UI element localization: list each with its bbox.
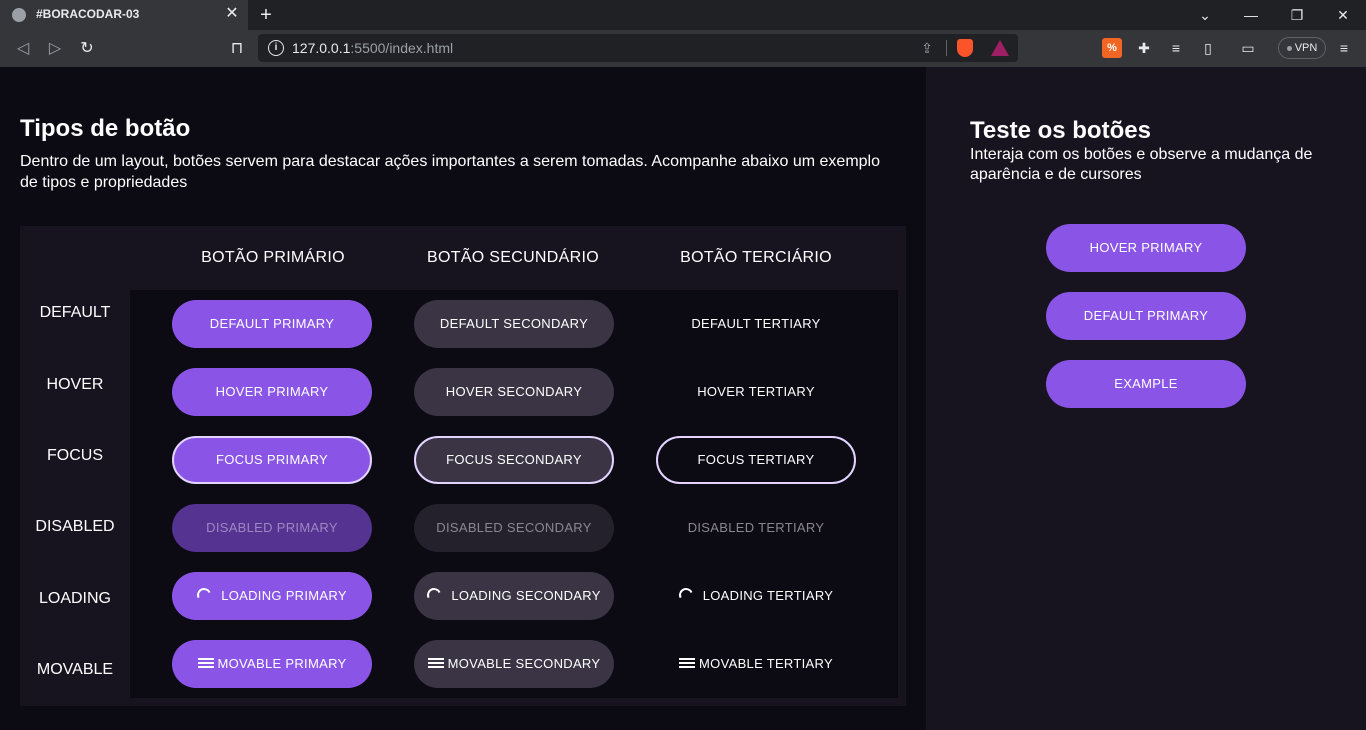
- restore-button[interactable]: ❐: [1274, 0, 1320, 30]
- new-tab-button[interactable]: +: [256, 3, 276, 27]
- hover-secondary-button[interactable]: HOVER SECONDARY: [414, 368, 614, 416]
- site-info-icon[interactable]: i: [268, 40, 284, 56]
- tab-close-icon[interactable]: ✕: [224, 4, 240, 24]
- browser-tab-strip: #BORACODAR-03 ✕ + ⌄ — ❐ ✕: [0, 0, 1366, 30]
- hover-primary-button[interactable]: HOVER PRIMARY: [172, 368, 372, 416]
- browser-tab[interactable]: #BORACODAR-03 ✕: [0, 0, 248, 30]
- page-description: Dentro de um layout, botões servem para …: [20, 153, 881, 191]
- puzzle-icon[interactable]: ✚: [1134, 38, 1154, 58]
- wallet-icon[interactable]: ▭: [1238, 38, 1258, 58]
- drag-handle-icon[interactable]: [197, 658, 214, 668]
- test-default-primary-button[interactable]: DEFAULT PRIMARY: [1046, 292, 1246, 340]
- row-label-loading: LOADING: [38, 590, 111, 607]
- test-hover-primary-button[interactable]: HOVER PRIMARY: [1046, 224, 1246, 272]
- reload-icon[interactable]: ↻: [76, 38, 98, 60]
- bookmark-icon[interactable]: ⊓: [226, 38, 248, 60]
- disabled-primary-button: DISABLED PRIMARY: [172, 504, 372, 552]
- browser-toolbar: ◁ ▷ ↻ ⊓ i 127.0.0.1:5500/index.html ⇪ % …: [0, 30, 1366, 67]
- drag-handle-icon[interactable]: [427, 658, 444, 668]
- vpn-status-icon: [1286, 45, 1292, 51]
- column-header-tertiary: BOTÃO TERCIÁRIO: [680, 249, 832, 266]
- test-panel-description: Interaja com os botões e observe a mudan…: [970, 146, 1313, 183]
- close-window-button[interactable]: ✕: [1320, 0, 1366, 30]
- loading-tertiary-button[interactable]: LOADING TERTIARY: [656, 572, 856, 620]
- test-example-button[interactable]: EXAMPLE: [1046, 360, 1246, 408]
- row-label-hover: HOVER: [46, 376, 104, 393]
- default-tertiary-button[interactable]: DEFAULT TERTIARY: [656, 300, 856, 348]
- row-label-disabled: DISABLED: [35, 518, 115, 535]
- default-primary-button[interactable]: DEFAULT PRIMARY: [172, 300, 372, 348]
- drag-handle-icon[interactable]: [679, 658, 696, 668]
- buttons-grid: DEFAULT PRIMARY DEFAULT SECONDARY DEFAUL…: [130, 290, 898, 698]
- movable-tertiary-button[interactable]: MOVABLE TERTIARY: [656, 640, 856, 688]
- brave-shields-icon[interactable]: [957, 39, 973, 57]
- disabled-tertiary-button: DISABLED TERTIARY: [687, 520, 825, 535]
- row-label-default: DEFAULT: [39, 304, 111, 321]
- forward-icon[interactable]: ▷: [44, 38, 66, 60]
- spinner-icon: [195, 586, 214, 604]
- disabled-secondary-button: DISABLED SECONDARY: [414, 504, 614, 552]
- minimize-button[interactable]: —: [1228, 0, 1274, 30]
- focus-secondary-button[interactable]: FOCUS SECONDARY: [414, 436, 614, 484]
- test-buttons-panel: Teste os botões Interaja com os botões e…: [926, 67, 1366, 730]
- spinner-icon: [676, 586, 695, 604]
- share-icon[interactable]: ⇪: [918, 39, 936, 57]
- url-text[interactable]: 127.0.0.1:5500/index.html: [292, 40, 453, 56]
- brave-rewards-icon[interactable]: [991, 40, 1009, 56]
- loading-secondary-button[interactable]: LOADING SECONDARY: [414, 572, 614, 620]
- focus-primary-button[interactable]: FOCUS PRIMARY: [172, 436, 372, 484]
- page-title: Tipos de botão: [20, 115, 191, 142]
- playlist-icon[interactable]: ≡: [1166, 38, 1186, 58]
- movable-secondary-button[interactable]: MOVABLE SECONDARY: [414, 640, 614, 688]
- tab-search-icon[interactable]: ⌄: [1182, 0, 1228, 30]
- column-header-secondary: BOTÃO SECUNDÁRIO: [427, 249, 599, 266]
- test-panel-title: Teste os botões: [970, 117, 1151, 144]
- menu-icon[interactable]: ≡: [1334, 38, 1354, 58]
- hover-tertiary-button[interactable]: HOVER TERTIARY: [656, 368, 856, 416]
- vpn-button[interactable]: VPN: [1278, 37, 1326, 59]
- button-states-table: BOTÃO PRIMÁRIO BOTÃO SECUNDÁRIO BOTÃO TE…: [20, 226, 906, 706]
- back-icon[interactable]: ◁: [12, 38, 34, 60]
- row-label-focus: FOCUS: [47, 447, 103, 464]
- sidebar-icon[interactable]: ▯: [1198, 38, 1218, 58]
- address-bar[interactable]: i 127.0.0.1:5500/index.html ⇪: [258, 34, 1018, 62]
- extension-icon[interactable]: %: [1102, 38, 1122, 58]
- movable-primary-button[interactable]: MOVABLE PRIMARY: [172, 640, 372, 688]
- default-secondary-button[interactable]: DEFAULT SECONDARY: [414, 300, 614, 348]
- loading-primary-button[interactable]: LOADING PRIMARY: [172, 572, 372, 620]
- globe-icon: [12, 8, 26, 22]
- tab-title: #BORACODAR-03: [36, 7, 140, 21]
- divider: [946, 40, 947, 56]
- column-header-primary: BOTÃO PRIMÁRIO: [201, 249, 345, 266]
- spinner-icon: [425, 586, 444, 604]
- row-label-movable: MOVABLE: [36, 661, 114, 678]
- focus-tertiary-button[interactable]: FOCUS TERTIARY: [656, 436, 856, 484]
- button-types-section: Tipos de botão Dentro de um layout, botõ…: [0, 67, 926, 730]
